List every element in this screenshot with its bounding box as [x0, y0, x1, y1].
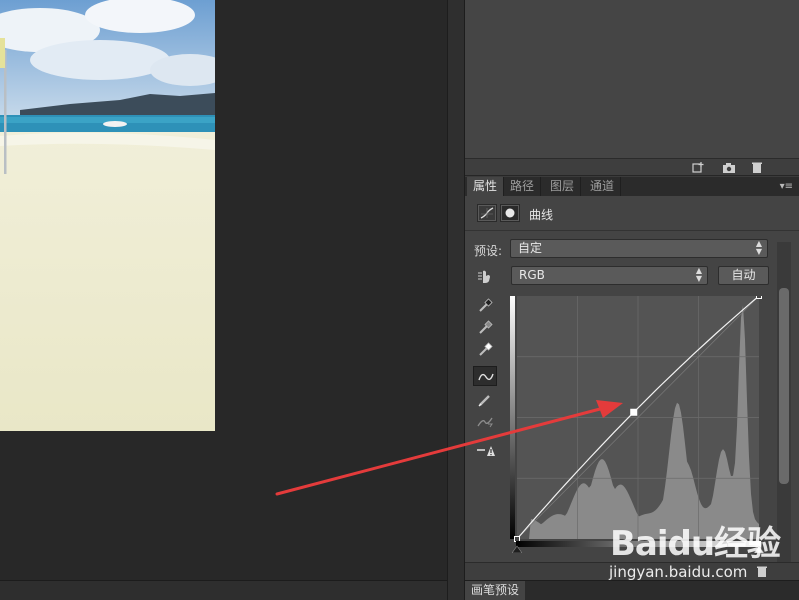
preset-dropdown[interactable]: 自定 ▲ ▼: [510, 239, 768, 258]
auto-button[interactable]: 自动: [718, 266, 769, 285]
document-canvas[interactable]: [0, 0, 447, 580]
channel-value: RGB: [519, 268, 545, 282]
layer-mask-icon[interactable]: [500, 204, 520, 222]
layers-panel-toolbar: [465, 159, 799, 176]
camera-icon[interactable]: [722, 161, 736, 174]
beach-photo: [0, 0, 215, 431]
preset-value: 自定: [518, 241, 543, 255]
channel-dropdown[interactable]: RGB ▲ ▼: [511, 266, 708, 285]
curves-adjustment-icon[interactable]: [477, 204, 497, 222]
baidu-watermark: Baidu经验 jingyan.baidu.com: [600, 516, 795, 600]
tab-layers[interactable]: 图层: [544, 177, 582, 196]
properties-tab-bar: 属性 路径 图层 通道 ▾≡: [465, 177, 799, 196]
output-gradient-bar: [510, 296, 515, 539]
canvas-status-bar: [0, 580, 447, 600]
curve-plot-area[interactable]: [514, 296, 762, 542]
eyedropper-black-icon[interactable]: [473, 296, 497, 316]
panel-dock: 属性 路径 图层 通道 ▾≡ 曲线 预设: 自定 ▲ ▼ RGB ▲ ▼ 自动 …: [465, 0, 799, 600]
tab-brush-presets[interactable]: 画笔预设: [465, 581, 526, 600]
panel-column-divider[interactable]: [447, 0, 465, 600]
pencil-draw-icon[interactable]: [473, 390, 497, 410]
dropdown-arrows-icon: ▲ ▼: [755, 239, 762, 256]
trash-icon[interactable]: [750, 161, 764, 174]
on-image-adjust-hand-icon[interactable]: [474, 267, 496, 285]
watermark-url: jingyan.baidu.com: [609, 563, 748, 581]
properties-title: 曲线: [529, 208, 554, 222]
watermark-brand: Baidu经验: [610, 524, 781, 564]
curves-graph[interactable]: [510, 296, 762, 551]
black-point-slider-icon[interactable]: [512, 545, 522, 553]
dropdown-arrows-icon: ▲ ▼: [695, 266, 702, 283]
eyedropper-gray-icon[interactable]: [473, 318, 497, 338]
panel-menu-icon[interactable]: ▾≡: [780, 177, 793, 196]
clipping-warning-icon[interactable]: [473, 440, 497, 460]
header-divider: [465, 230, 799, 231]
tab-channels[interactable]: 通道: [584, 177, 622, 196]
curve-point[interactable]: [756, 296, 762, 299]
curve-edit-points-icon[interactable]: [473, 366, 497, 386]
scrollbar-thumb[interactable]: [779, 288, 789, 484]
tab-paths[interactable]: 路径: [504, 177, 542, 196]
preset-label: 预设:: [474, 244, 503, 258]
layers-panel-area: [465, 0, 799, 159]
new-layer-icon[interactable]: [691, 161, 705, 174]
tab-properties[interactable]: 属性: [467, 177, 505, 196]
smooth-curve-icon[interactable]: [473, 412, 497, 432]
curve-point-selected[interactable]: [630, 408, 638, 416]
eyedropper-white-icon[interactable]: [473, 340, 497, 360]
